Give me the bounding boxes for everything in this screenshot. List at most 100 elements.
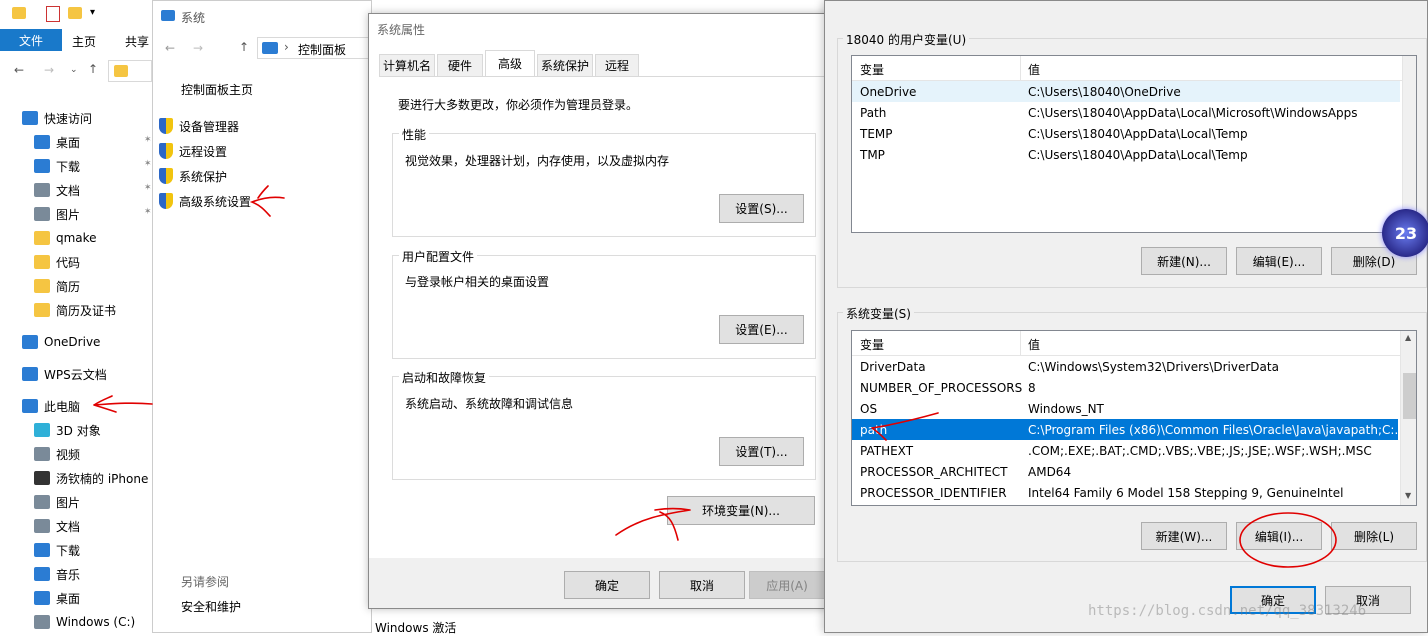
user-variables-list[interactable]: 变量 值 OneDrive C:\Users\18040\OneDrive Path… — [851, 55, 1417, 233]
apply-button[interactable]: 应用(A) — [749, 571, 825, 599]
environment-variables-button[interactable]: 环境变量(N)... — [667, 496, 815, 525]
properties-icon[interactable] — [46, 6, 60, 22]
forward-button[interactable]: → — [44, 63, 54, 77]
new-folder-icon[interactable] — [68, 7, 82, 19]
user-new-button[interactable]: 新建(N)... — [1141, 247, 1227, 275]
control-panel-icon — [262, 42, 278, 54]
table-row[interactable]: OS Windows_NT — [852, 398, 1398, 419]
ribbon-tab-file[interactable]: 文件 — [0, 29, 62, 51]
forward-button[interactable]: → — [193, 41, 203, 55]
pin-icon[interactable]: ✶ — [144, 207, 152, 217]
scroll-down-arrow[interactable]: ▼ — [1405, 491, 1411, 500]
computer-icon — [22, 399, 38, 413]
up-button[interactable]: ↑ — [88, 62, 98, 76]
nav-item-2[interactable]: 下载 — [34, 156, 80, 176]
device-manager-link[interactable]: 设备管理器 — [159, 116, 239, 136]
nav-item-5[interactable]: qmake — [34, 228, 97, 248]
nav-item-6[interactable]: 代码 — [34, 252, 80, 272]
table-row[interactable]: PROCESSOR_IDENTIFIER Intel64 Family 6 Mod… — [852, 482, 1398, 503]
user-profiles-settings-button[interactable]: 设置(E)... — [719, 315, 804, 344]
table-row[interactable]: PATHEXT .COM;.EXE;.BAT;.CMD;.VBS;.VBE;.JS… — [852, 440, 1398, 461]
nav-item-15[interactable]: 图片 — [34, 492, 80, 512]
nav-item-12[interactable]: 3D 对象 — [34, 420, 101, 440]
tab-hardware[interactable]: 硬件 — [437, 54, 483, 76]
nav-item-17[interactable]: 下载 — [34, 540, 80, 560]
variable-value: Intel64 Family 6 Model 158 Stepping 9, G… — [1028, 485, 1344, 500]
column-value[interactable]: 值 — [1028, 336, 1040, 353]
nav-item-1[interactable]: 桌面 — [34, 132, 80, 152]
table-row[interactable]: PROCESSOR_ARCHITECT AMD64 — [852, 461, 1398, 482]
pin-icon[interactable]: ✶ — [144, 183, 152, 193]
chevron-down-icon[interactable]: ▾ — [90, 7, 95, 18]
download-icon — [34, 159, 50, 173]
folder-icon[interactable] — [12, 7, 26, 19]
nav-item-8[interactable]: 简历及证书 — [34, 300, 116, 320]
scroll-up-arrow[interactable]: ▲ — [1405, 333, 1411, 342]
nav-item-10[interactable]: WPS云文档 — [22, 364, 107, 384]
address-bar[interactable]: › 控制面板 — [257, 37, 373, 59]
cube-icon — [34, 423, 50, 437]
back-button[interactable]: ← — [14, 63, 24, 77]
startup-recovery-settings-button[interactable]: 设置(T)... — [719, 437, 804, 466]
advanced-system-settings-link[interactable]: 高级系统设置 — [159, 191, 251, 211]
column-variable[interactable]: 变量 — [860, 336, 884, 353]
nav-item-11[interactable]: 此电脑 — [22, 396, 80, 416]
nav-item-16[interactable]: 文档 — [34, 516, 80, 536]
nav-item-3[interactable]: 文档 — [34, 180, 80, 200]
column-value[interactable]: 值 — [1028, 61, 1040, 78]
nav-item-label: 桌面 — [56, 591, 81, 606]
up-button[interactable]: ↑ — [239, 40, 249, 54]
system-variables-list[interactable]: 变量 值 DriverData C:\Windows\System32\Drive… — [851, 330, 1417, 506]
ribbon-tab-home[interactable]: 主页 — [72, 33, 96, 50]
recent-dropdown[interactable]: ⌄ — [70, 65, 78, 75]
remote-settings-link[interactable]: 远程设置 — [159, 141, 227, 161]
nav-item-19[interactable]: 桌面 — [34, 588, 80, 608]
table-row[interactable]: NUMBER_OF_PROCESSORS 8 — [852, 377, 1398, 398]
system-delete-button[interactable]: 删除(L) — [1331, 522, 1417, 550]
performance-settings-button[interactable]: 设置(S)... — [719, 194, 804, 223]
scrollbar[interactable]: ▲ ▼ — [1400, 331, 1416, 505]
system-edit-button[interactable]: 编辑(I)... — [1236, 522, 1322, 550]
scrollbar[interactable] — [1402, 56, 1416, 232]
variable-value: 8 — [1028, 380, 1036, 395]
nav-item-4[interactable]: 图片 — [34, 204, 80, 224]
control-panel-home-link[interactable]: 控制面板主页 — [181, 81, 253, 98]
nav-item-20[interactable]: Windows (C:) — [34, 612, 135, 632]
variable-name: NUMBER_OF_PROCESSORS — [860, 380, 1023, 395]
pin-icon[interactable]: ✶ — [144, 135, 152, 145]
nav-item-18[interactable]: 音乐 — [34, 564, 80, 584]
system-properties-dialog: 系统属性 计算机名 硬件 高级 系统保护 远程 要进行大多数更改，你必须作为管理… — [368, 13, 830, 609]
nav-item-label: 汤钦楠的 iPhone — [56, 471, 149, 486]
tab-remote[interactable]: 远程 — [595, 54, 639, 76]
tab-advanced[interactable]: 高级 — [485, 50, 535, 76]
floating-badge[interactable]: 23 — [1382, 209, 1428, 257]
system-protection-link[interactable]: 系统保护 — [159, 166, 227, 186]
window-title: 系统 — [181, 11, 206, 25]
table-row[interactable]: DriverData C:\Windows\System32\Drivers\Dr… — [852, 356, 1398, 377]
system-new-button[interactable]: 新建(W)... — [1141, 522, 1227, 550]
column-variable[interactable]: 变量 — [860, 61, 884, 78]
nav-item-13[interactable]: 视频 — [34, 444, 80, 464]
nav-item-9[interactable]: OneDrive — [22, 332, 100, 352]
security-maintenance-link[interactable]: 安全和维护 — [181, 598, 241, 615]
cancel-button[interactable]: 取消 — [659, 571, 745, 599]
user-profiles-description: 与登录帐户相关的桌面设置 — [405, 275, 550, 289]
back-button[interactable]: ← — [165, 41, 175, 55]
table-row[interactable]: TEMP C:\Users\18040\AppData\Local\Temp — [852, 123, 1400, 144]
user-edit-button[interactable]: 编辑(E)... — [1236, 247, 1322, 275]
table-row[interactable]: OneDrive C:\Users\18040\OneDrive — [852, 81, 1400, 102]
ribbon-tab-share[interactable]: 共享 — [125, 33, 149, 50]
table-row[interactable]: path C:\Program Files (x86)\Common Files\… — [852, 419, 1406, 440]
ok-button[interactable]: 确定 — [564, 571, 650, 599]
tab-system-protection[interactable]: 系统保护 — [537, 54, 593, 76]
scrollbar-thumb[interactable] — [1403, 373, 1416, 419]
address-bar[interactable] — [108, 60, 152, 82]
nav-item-0[interactable]: 快速访问 — [22, 108, 92, 128]
nav-item-7[interactable]: 简历 — [34, 276, 80, 296]
tab-computer-name[interactable]: 计算机名 — [379, 54, 435, 76]
pin-icon[interactable]: ✶ — [144, 159, 152, 169]
nav-item-14[interactable]: 汤钦楠的 iPhone — [34, 468, 148, 488]
table-row[interactable]: TMP C:\Users\18040\AppData\Local\Temp — [852, 144, 1400, 165]
table-row[interactable]: Path C:\Users\18040\AppData\Local\Microso… — [852, 102, 1400, 123]
breadcrumb[interactable]: 控制面板 — [298, 41, 346, 58]
